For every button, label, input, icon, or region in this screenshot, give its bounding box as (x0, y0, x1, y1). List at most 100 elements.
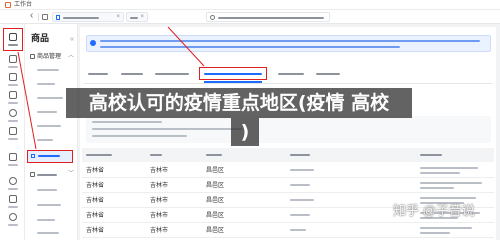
illegible-text (121, 73, 143, 75)
page-tab-strip: ‹ × × (0, 10, 500, 24)
tab[interactable] (314, 68, 342, 81)
home-icon[interactable] (42, 14, 48, 20)
chevron-up-icon: ︿ (67, 53, 74, 59)
import-notice (86, 116, 491, 143)
cell-city: 吉林市 (150, 183, 169, 189)
illegible-text (290, 229, 306, 231)
overlay-title-line-1: 高校认可的疫情重点地区(疫情 高校 (66, 88, 412, 118)
nav-item[interactable] (27, 200, 76, 211)
illegible-text (37, 69, 59, 71)
rail-item[interactable] (4, 89, 22, 107)
illegible-text (63, 17, 99, 19)
rail-item[interactable] (4, 175, 22, 193)
overlay-title-line-2: ) (231, 118, 259, 146)
close-icon[interactable]: × (116, 14, 120, 20)
rail-item[interactable] (4, 71, 22, 89)
megaphone-icon (9, 153, 17, 161)
chart-icon (9, 127, 17, 135)
cell-province: 吉林省 (86, 228, 105, 234)
illegible-text (100, 46, 400, 48)
page-title: 商品 (31, 33, 50, 43)
grid-icon (9, 195, 17, 203)
cell-city: 吉林市 (150, 198, 169, 204)
coin-icon (9, 109, 17, 117)
nav-item-active[interactable] (27, 150, 73, 163)
nav-item[interactable] (27, 135, 76, 146)
cell-district: 昌邑区 (206, 168, 225, 174)
clipboard-icon (9, 55, 17, 63)
illegible-text (8, 120, 18, 122)
annotation-box (199, 67, 267, 80)
illegible-text (420, 232, 450, 234)
tab[interactable] (276, 68, 306, 81)
illegible-text (316, 73, 340, 75)
illegible-text (218, 17, 324, 19)
rail-item[interactable] (4, 107, 22, 125)
illegible-text (37, 111, 57, 113)
nav-item[interactable] (27, 228, 76, 239)
rail-item[interactable] (4, 193, 22, 211)
nav-item[interactable] (27, 215, 76, 226)
workbench-icon (5, 2, 11, 8)
close-icon[interactable]: × (140, 14, 144, 20)
tab[interactable] (86, 68, 112, 81)
page-tab[interactable]: × (126, 12, 148, 22)
illegible-text (8, 84, 18, 86)
sub-navigation: 商品 « 商品管理 ︿ ﹀ (25, 24, 78, 240)
rail-item[interactable] (4, 125, 22, 143)
nav-item[interactable] (27, 121, 76, 132)
illegible-text (92, 128, 242, 130)
cell-province: 吉林省 (86, 198, 105, 204)
tab[interactable] (119, 68, 147, 81)
illegible-text (420, 167, 478, 169)
store-icon (9, 91, 17, 99)
nav-group-label: 商品管理 (37, 54, 62, 60)
rail-item[interactable] (4, 53, 22, 71)
page-tab[interactable]: × (52, 12, 124, 22)
nav-item[interactable] (27, 65, 76, 76)
cell-district: 昌邑区 (206, 183, 225, 189)
illegible-text (37, 204, 61, 206)
nav-group-goods[interactable]: 商品管理 ︿ (27, 52, 76, 63)
tab[interactable] (153, 68, 193, 81)
collapse-icon[interactable]: « (70, 36, 74, 43)
nav-group[interactable]: ﹀ (27, 170, 76, 181)
illegible-text (420, 182, 482, 184)
user-icon (9, 177, 17, 185)
illegible-text (290, 199, 314, 201)
watermark: 知乎 @子音说 (393, 203, 475, 218)
workbench-label[interactable]: 工作台 (14, 2, 32, 8)
info-banner (86, 35, 491, 52)
rail-item[interactable] (4, 211, 22, 229)
illegible-text (37, 139, 53, 141)
illegible-text (290, 184, 310, 186)
illegible-text (37, 219, 55, 221)
illegible-text (86, 154, 112, 156)
illegible-text (8, 138, 18, 140)
cell-city: 吉林市 (150, 168, 169, 174)
table-row[interactable]: 吉林省 吉林市 昌邑区 (82, 163, 494, 178)
illegible-text (290, 214, 310, 216)
nav-item[interactable] (27, 185, 76, 196)
notice-tab[interactable] (206, 12, 330, 22)
illegible-text (420, 227, 472, 229)
illegible-text (290, 169, 314, 171)
rail-item[interactable] (4, 151, 22, 169)
cell-district: 昌邑区 (206, 198, 225, 204)
illegible-text (37, 125, 61, 127)
illegible-text (420, 154, 442, 156)
top-bar: 工作台 (0, 0, 500, 10)
illegible-text (92, 135, 187, 137)
illegible-text (8, 102, 18, 104)
illegible-text (37, 174, 57, 176)
nav-item-icon (31, 154, 35, 158)
cell-province: 吉林省 (86, 183, 105, 189)
illegible-text (37, 83, 55, 85)
illegible-text (420, 172, 460, 174)
table-header (82, 148, 494, 162)
table-row[interactable]: 吉林省 吉林市 昌邑区 (82, 223, 494, 238)
chevron-left-icon[interactable]: ‹ (30, 11, 33, 21)
table-row[interactable]: 吉林省 吉林市 昌邑区 (82, 178, 494, 193)
cell-city: 吉林市 (150, 213, 169, 219)
cell-district: 昌邑区 (206, 213, 225, 219)
